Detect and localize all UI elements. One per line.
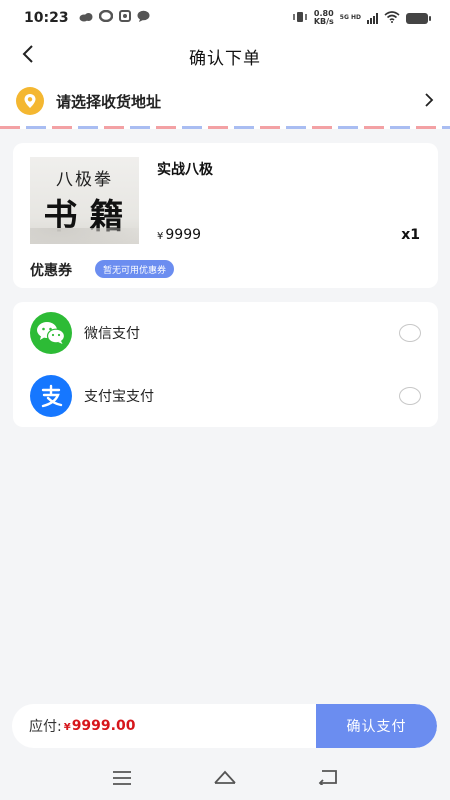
signal-icon [367, 12, 378, 24]
status-bar: 10:23 0.80 KB/s 5G HD [0, 0, 450, 36]
envelope-stripe [0, 126, 450, 129]
payment-radio-wechat[interactable] [399, 324, 421, 342]
chevron-left-icon [21, 44, 35, 68]
signal-tags: 5G HD [339, 14, 361, 21]
menu-icon [112, 770, 132, 789]
confirm-pay-button[interactable]: 确认支付 [316, 704, 437, 748]
price-currency: ¥ [157, 231, 164, 242]
product-quantity: x1 [401, 227, 420, 243]
coupon-badge[interactable]: 暂无可用优惠券 [95, 260, 175, 278]
page-title: 确认下单 [189, 48, 261, 69]
payment-methods: 微信支付 支付宝支付 [13, 302, 438, 427]
photo-icon [118, 10, 131, 26]
cover-top-text: 八极拳 [56, 170, 113, 190]
status-left: 10:23 [24, 9, 150, 26]
product-name: 实战八极 [157, 162, 213, 178]
alipay-icon [30, 375, 72, 417]
wechat-icon [30, 312, 72, 354]
payment-radio-alipay[interactable] [399, 387, 421, 405]
menu-button[interactable] [102, 764, 142, 794]
chat-icon [137, 10, 150, 26]
total-amount: ¥9999.00 [64, 718, 136, 734]
status-time: 10:23 [24, 10, 69, 26]
back-nav-button[interactable] [308, 764, 348, 794]
home-icon [213, 769, 237, 789]
product-card: 八极拳 书籍 实战八极 ¥9999 x1 优惠券 暂无可用优惠券 [13, 143, 438, 288]
total-currency: ¥ [63, 722, 71, 733]
coupon-label: 优惠券 [30, 263, 72, 279]
chevron-right-icon [424, 92, 434, 111]
price-value: 9999 [165, 227, 202, 243]
location-pin-icon [16, 87, 44, 115]
payment-option-wechat[interactable]: 微信支付 [13, 302, 438, 364]
back-icon [317, 769, 339, 789]
home-button[interactable] [205, 764, 245, 794]
payment-option-alipay[interactable]: 支付宝支付 [13, 365, 438, 427]
total-value: 9999.00 [71, 718, 136, 734]
net-speed-unit: KB/s [313, 17, 334, 26]
system-nav-bar [0, 758, 450, 800]
cover-main-text: 书籍 [43, 197, 136, 237]
wifi-icon [384, 10, 400, 26]
cloud-icon [79, 10, 93, 26]
vibrate-icon [292, 11, 308, 26]
address-selector[interactable]: 请选择收货地址 [0, 76, 450, 126]
battery-icon [406, 12, 431, 24]
address-label: 请选择收货地址 [56, 92, 162, 111]
payment-label: 支付宝支付 [84, 389, 154, 405]
header: 确认下单 [0, 36, 450, 76]
back-button[interactable] [14, 42, 42, 70]
checkout-bar: 应付: ¥9999.00 确认支付 [12, 704, 437, 748]
payment-label: 微信支付 [84, 326, 140, 342]
link-icon [98, 9, 113, 26]
product-price: ¥9999 [157, 227, 201, 243]
product-image[interactable]: 八极拳 书籍 [30, 157, 139, 244]
total-label: 应付: [29, 719, 62, 735]
net-speed: 0.80 KB/s [314, 10, 334, 26]
status-right: 0.80 KB/s 5G HD [292, 10, 431, 26]
